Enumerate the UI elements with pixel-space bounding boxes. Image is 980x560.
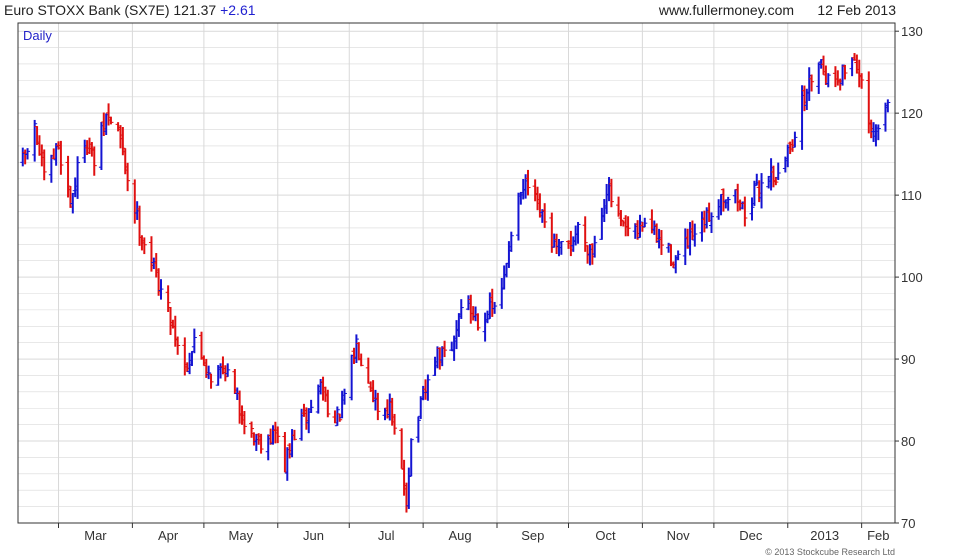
- y-tick-label: 120: [901, 106, 923, 121]
- x-tick-label: Oct: [595, 528, 616, 543]
- copyright-text: © 2013 Stockcube Research Ltd: [765, 547, 895, 557]
- x-tick-label: Sep: [521, 528, 544, 543]
- x-tick-label: Mar: [84, 528, 107, 543]
- x-tick-label: Nov: [667, 528, 691, 543]
- grid: [18, 23, 895, 524]
- plot-frame: [17, 22, 896, 524]
- price-chart: 70 80 90 100 110 120 130 Mar Apr May Jun Jul Aug Sep O…: [17, 22, 923, 557]
- x-tick-label: Dec: [739, 528, 763, 543]
- y-tick-label: 130: [901, 24, 923, 39]
- x-tick-label: Jun: [303, 528, 324, 543]
- x-tick-label: May: [229, 528, 254, 543]
- x-tick-label: Jul: [378, 528, 395, 543]
- y-tick-label: 80: [901, 434, 915, 449]
- y-tick-label: 90: [901, 352, 915, 367]
- axes: 70 80 90 100 110 120 130 Mar Apr May Jun Jul Aug Sep O…: [58, 24, 923, 543]
- y-tick-label: 70: [901, 516, 915, 531]
- ohlc-bars: [20, 53, 891, 513]
- x-tick-label: Apr: [158, 528, 179, 543]
- y-tick-label: 100: [901, 270, 923, 285]
- x-tick-label: Aug: [449, 528, 472, 543]
- x-tick-label: 2013: [810, 528, 839, 543]
- y-tick-label: 110: [901, 188, 922, 203]
- interval-label: Daily: [23, 28, 52, 43]
- x-tick-label: Feb: [867, 528, 889, 543]
